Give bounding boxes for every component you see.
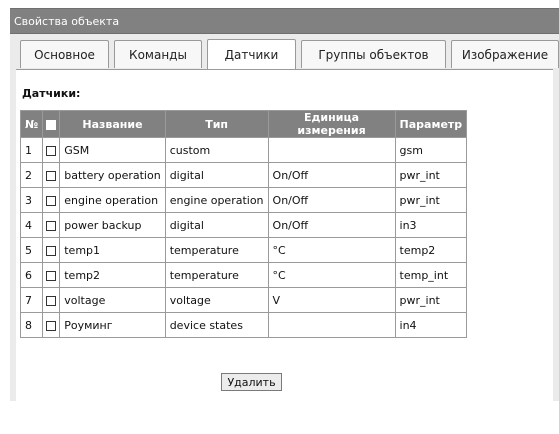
row-checkbox[interactable] <box>46 145 57 156</box>
row-type: temperature <box>164 262 269 288</box>
select-all-checkbox[interactable] <box>46 119 57 130</box>
row-checkbox[interactable] <box>46 245 57 256</box>
section-title: Датчики: <box>22 87 81 100</box>
row-param: temp2 <box>394 237 468 263</box>
row-unit <box>267 312 396 338</box>
tab-commands-label: Команды <box>129 47 187 62</box>
row-unit: V <box>267 287 396 313</box>
col-unit: Единица измерения <box>267 110 396 138</box>
row-checkbox[interactable] <box>46 170 57 181</box>
col-number: № <box>19 110 44 138</box>
row-type: custom <box>164 137 269 163</box>
table-row[interactable]: 7 voltage voltage Vpwr_int <box>19 287 468 313</box>
row-param: gsm <box>394 137 468 163</box>
row-select <box>42 312 61 338</box>
col-name: Название <box>59 110 166 138</box>
table-row[interactable]: 3 engine operation engine operation On/Off p… <box>19 187 468 213</box>
row-type: voltage <box>164 287 269 313</box>
row-unit: On/Off <box>267 212 396 238</box>
row-name: battery operation <box>59 162 166 188</box>
row-name: power backup <box>59 212 166 238</box>
row-name: engine operation <box>59 187 166 213</box>
row-number: 4 <box>19 212 44 238</box>
table-row[interactable]: 6 temp2 temperature °C temp_int <box>19 262 468 288</box>
row-unit <box>267 137 396 163</box>
tab-image-label: Изображение <box>461 47 549 62</box>
row-type: temperature <box>164 237 269 263</box>
row-number: 3 <box>19 187 44 213</box>
row-checkbox[interactable] <box>46 195 57 206</box>
table-header-row: № Название Тип Единица измерения Парамет… <box>19 110 468 138</box>
tab-commands[interactable]: Команды <box>114 40 202 68</box>
row-type: engine operation <box>164 187 269 213</box>
row-number: 2 <box>19 162 44 188</box>
row-name: voltage <box>59 287 166 313</box>
row-param: pwr_int <box>394 162 468 188</box>
tab-sensors[interactable]: Датчики <box>207 39 296 69</box>
col-type: Тип <box>164 110 269 138</box>
table-row[interactable]: 2 battery operation digital On/Off pwr_int <box>19 162 468 188</box>
window-title: Свойства объекта <box>14 15 120 28</box>
table-row[interactable]: 4 power backup digital On/Off in3 <box>19 212 468 238</box>
row-checkbox[interactable] <box>46 220 57 231</box>
row-number: 1 <box>19 137 44 163</box>
row-type: digital <box>164 212 269 238</box>
row-checkbox[interactable] <box>46 320 57 331</box>
row-type: device states <box>164 312 269 338</box>
col-param: Параметр <box>394 110 468 138</box>
window-titlebar: Свойства объекта <box>10 8 559 34</box>
row-unit: On/Off <box>267 162 396 188</box>
tab-object-groups-label: Группы объектов <box>318 47 429 62</box>
row-param: temp_int <box>394 262 468 288</box>
row-select <box>42 137 61 163</box>
row-name: temp1 <box>59 237 166 263</box>
col-select <box>42 110 61 138</box>
row-number: 6 <box>19 262 44 288</box>
row-select <box>42 237 61 263</box>
table-row[interactable]: 5 temp1 temperature °C temp2 <box>19 237 468 263</box>
row-param: pwr_int <box>394 287 468 313</box>
delete-button[interactable]: Удалить <box>221 373 282 391</box>
row-number: 8 <box>19 312 44 338</box>
row-unit: On/Off <box>267 187 396 213</box>
sensors-table: № Название Тип Единица измерения Парамет… <box>19 110 468 338</box>
row-checkbox[interactable] <box>46 270 57 281</box>
row-param: in4 <box>394 312 468 338</box>
tab-image[interactable]: Изображение <box>451 40 559 68</box>
table-row[interactable]: 8 Роуминг device states in4 <box>19 312 468 338</box>
tab-bar: Основное Команды Датчики Группы объектов… <box>10 34 559 70</box>
row-name: Роуминг <box>59 312 166 338</box>
tab-main-label: Основное <box>34 47 95 62</box>
row-unit: °C <box>267 237 396 263</box>
tab-sensors-label: Датчики <box>224 47 279 62</box>
row-name: temp2 <box>59 262 166 288</box>
row-select <box>42 262 61 288</box>
tab-object-groups[interactable]: Группы объектов <box>301 40 446 68</box>
table-row[interactable]: 1 GSM custom gsm <box>19 137 468 163</box>
row-select <box>42 212 61 238</box>
row-unit: °C <box>267 262 396 288</box>
row-number: 5 <box>19 237 44 263</box>
tab-main[interactable]: Основное <box>20 40 109 68</box>
row-checkbox[interactable] <box>46 295 57 306</box>
row-select <box>42 287 61 313</box>
row-number: 7 <box>19 287 44 313</box>
row-type: digital <box>164 162 269 188</box>
row-select <box>42 187 61 213</box>
row-name: GSM <box>59 137 166 163</box>
top-strip <box>0 0 559 8</box>
row-param: in3 <box>394 212 468 238</box>
row-param: pwr_int <box>394 187 468 213</box>
row-select <box>42 162 61 188</box>
